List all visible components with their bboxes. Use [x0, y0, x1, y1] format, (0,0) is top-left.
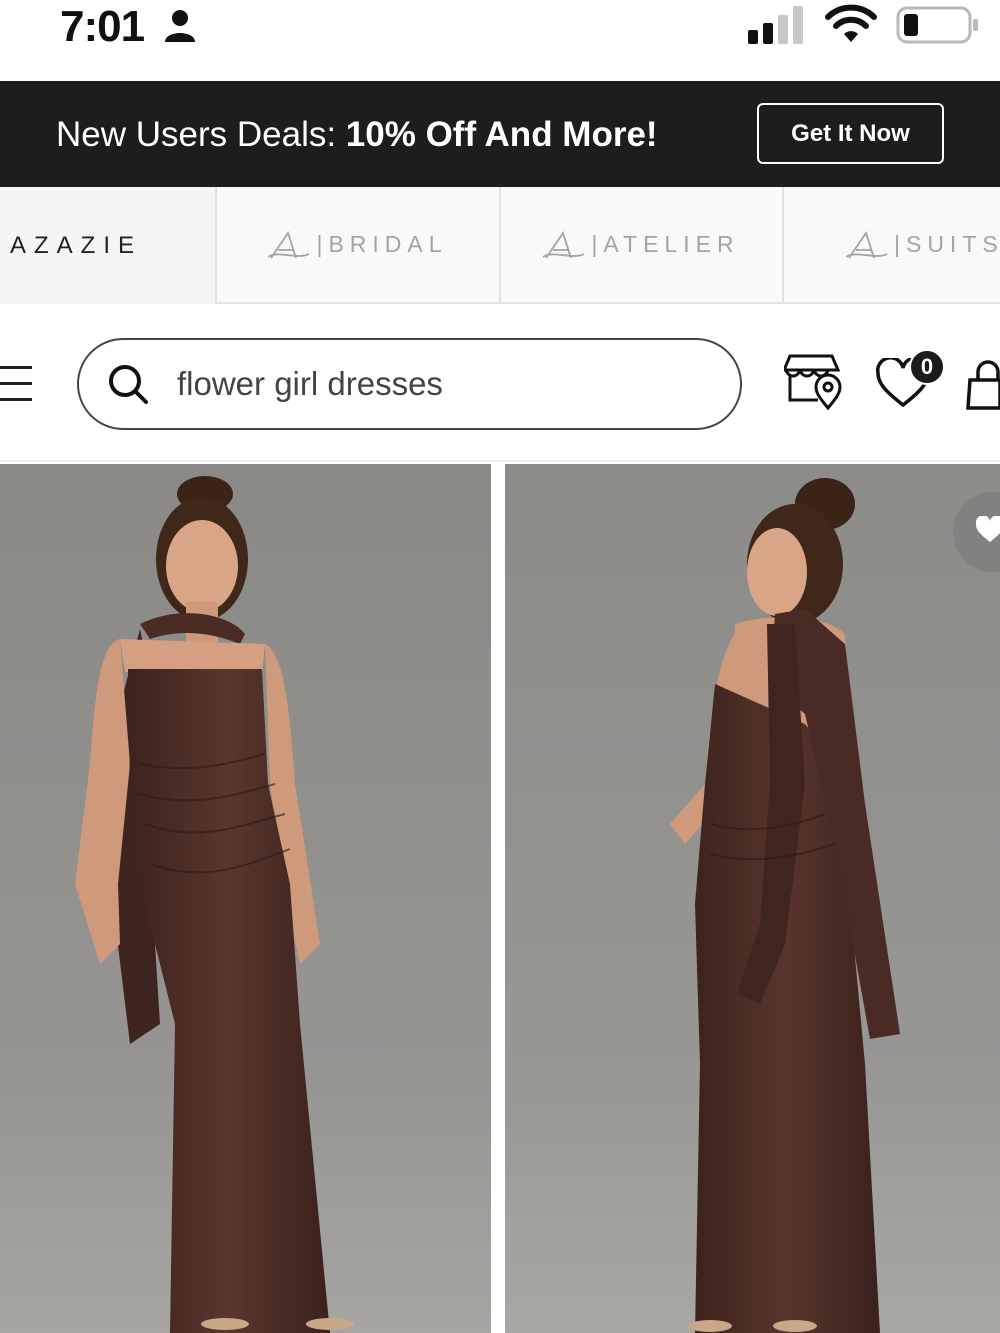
shopping-bag-icon[interactable]: [966, 358, 1000, 410]
status-bar: 7:01: [0, 0, 1000, 80]
promo-text: New Users Deals: 10% Off And More!: [56, 115, 658, 155]
wifi-icon: [825, 4, 877, 42]
tab-suits[interactable]: | SUITS: [782, 187, 1000, 304]
search-query: flower girl dresses: [177, 365, 443, 402]
heart-icon: [975, 516, 1000, 542]
tab-azazie-label: AZAZIE: [10, 231, 143, 259]
hamburger-menu-icon[interactable]: [0, 364, 34, 404]
product-image-front[interactable]: [0, 464, 491, 1333]
cellular-signal-icon: [748, 6, 803, 44]
azazie-logo-icon: [543, 230, 585, 259]
battery-icon: [896, 6, 978, 44]
get-it-now-button[interactable]: Get It Now: [757, 103, 944, 164]
tab-bridal[interactable]: | BRIDAL: [215, 187, 499, 304]
azazie-logo-icon: [846, 230, 888, 259]
product-image-back[interactable]: [505, 464, 1000, 1333]
tab-azazie[interactable]: AZAZIE: [0, 187, 215, 304]
search-icon: [109, 365, 148, 404]
person-icon: [165, 10, 195, 42]
tab-suits-label: SUITS: [905, 231, 1000, 257]
tab-atelier-label: ATELIER: [603, 231, 740, 257]
brand-tabs: AZAZIE | BRIDAL | ATELIER | SUITS: [0, 187, 1000, 304]
tab-atelier[interactable]: | ATELIER: [499, 187, 782, 304]
search-header: flower girl dresses 0: [0, 304, 1000, 462]
tab-bridal-label: BRIDAL: [328, 231, 448, 257]
store-location-icon[interactable]: [784, 352, 844, 410]
promo-text-regular: New Users Deals:: [56, 115, 346, 154]
wishlist-count-badge: 0: [909, 349, 945, 385]
promo-banner: New Users Deals: 10% Off And More! Get I…: [0, 81, 1000, 187]
status-time: 7:01: [60, 2, 145, 51]
search-input[interactable]: flower girl dresses: [77, 338, 742, 430]
promo-text-bold: 10% Off And More!: [345, 115, 658, 154]
azazie-logo-icon: [268, 230, 310, 259]
